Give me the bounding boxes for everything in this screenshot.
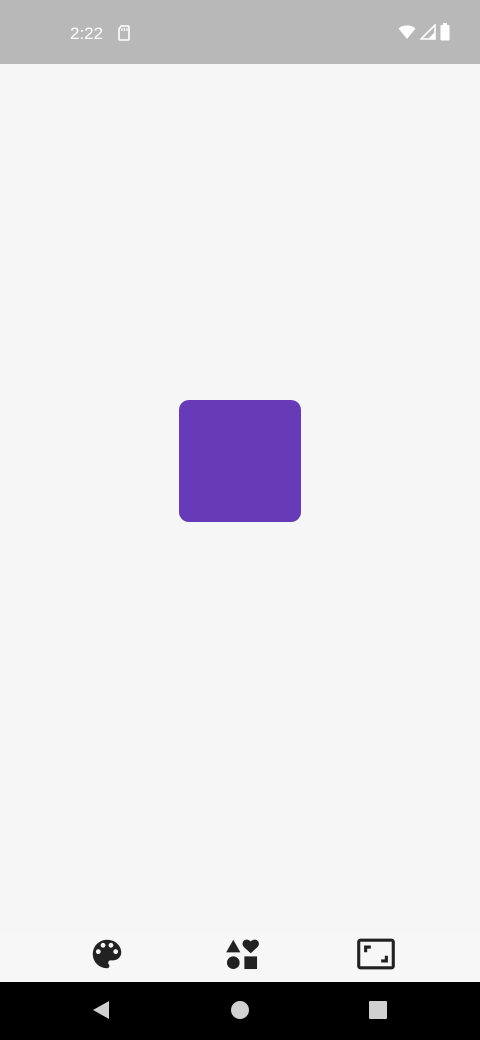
bottom-toolbar (0, 934, 480, 982)
palette-icon (88, 935, 126, 978)
shape-square[interactable] (179, 400, 301, 522)
shapes-button[interactable] (220, 934, 264, 978)
battery-icon (440, 22, 450, 46)
canvas-area (0, 64, 480, 934)
aspect-ratio-button[interactable] (354, 934, 398, 978)
status-time: 2:22 (70, 24, 104, 43)
home-icon (230, 1000, 250, 1025)
wifi-icon (398, 24, 416, 45)
status-bar: 2:22 (0, 0, 480, 64)
home-button[interactable] (228, 1000, 252, 1024)
app-screen: 2:22 (0, 0, 480, 1040)
back-icon (91, 1000, 111, 1025)
recents-icon (368, 1000, 388, 1025)
signal-icon (419, 22, 436, 45)
aspect-ratio-icon (355, 935, 397, 978)
recents-button[interactable] (366, 1000, 390, 1024)
sd-card-icon (118, 25, 132, 43)
status-icons (398, 22, 450, 46)
palette-button[interactable] (85, 934, 129, 978)
back-button[interactable] (89, 1000, 113, 1024)
shapes-icon (223, 935, 261, 978)
navigation-bar (0, 982, 480, 1040)
